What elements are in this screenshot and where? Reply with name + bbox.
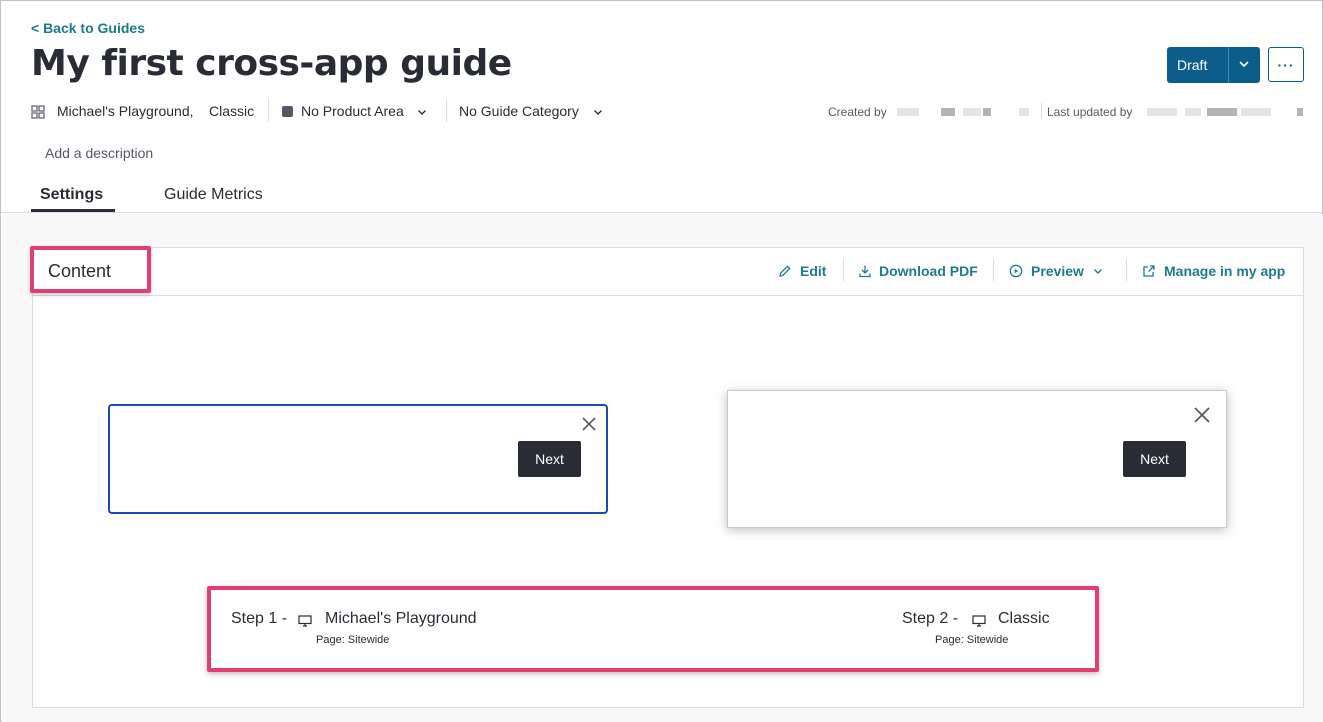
card-header-divider bbox=[33, 295, 1303, 296]
redacted-name bbox=[1297, 108, 1303, 116]
guide-category-dropdown[interactable]: No Guide Category bbox=[459, 103, 579, 119]
redacted-name bbox=[1147, 108, 1177, 116]
divider bbox=[843, 259, 844, 281]
divider bbox=[993, 259, 994, 281]
product-area-swatch bbox=[282, 106, 293, 117]
close-icon[interactable] bbox=[1193, 406, 1211, 424]
button-divider bbox=[1228, 47, 1229, 83]
redacted-name bbox=[1185, 108, 1201, 116]
status-label: Draft bbox=[1177, 57, 1208, 73]
steps-highlight-box: Step 1 - Michael's Playground Page: Site… bbox=[207, 586, 1099, 672]
edit-button[interactable]: Edit bbox=[800, 263, 826, 279]
step-2-label: Step 2 - bbox=[902, 610, 959, 627]
content-card-title: Content bbox=[48, 261, 112, 281]
preview-dropdown[interactable]: Preview bbox=[1031, 263, 1084, 279]
step-1-app-name: Michael's Playground bbox=[325, 610, 477, 627]
manage-in-app-button[interactable]: Manage in my app bbox=[1164, 263, 1285, 279]
redacted-name bbox=[983, 108, 991, 116]
divider bbox=[1041, 103, 1042, 119]
play-circle-icon bbox=[1009, 264, 1023, 278]
close-icon[interactable] bbox=[581, 416, 597, 432]
divider bbox=[268, 100, 269, 122]
divider bbox=[446, 100, 447, 122]
app-window: < Back to Guides My first cross-app guid… bbox=[0, 0, 1323, 722]
back-to-guides-link[interactable]: < Back to Guides bbox=[31, 20, 145, 36]
monitor-icon bbox=[972, 615, 986, 627]
redacted-name bbox=[897, 108, 919, 116]
redacted-name bbox=[963, 108, 981, 116]
chevron-down-icon bbox=[1094, 269, 1102, 274]
add-description-field[interactable]: Add a description bbox=[45, 145, 153, 161]
pencil-icon bbox=[779, 265, 791, 277]
chevron-down-icon bbox=[1239, 61, 1249, 68]
tab-settings[interactable]: Settings bbox=[40, 186, 103, 204]
active-tab-indicator bbox=[31, 209, 115, 212]
guide-header: < Back to Guides My first cross-app guid… bbox=[1, 1, 1322, 213]
product-area-dropdown[interactable]: No Product Area bbox=[301, 103, 404, 119]
next-button[interactable]: Next bbox=[1123, 441, 1186, 477]
status-dropdown-button[interactable]: Draft bbox=[1167, 47, 1260, 83]
app-name-primary: Michael's Playground, bbox=[57, 103, 194, 119]
apps-icon bbox=[31, 105, 45, 119]
divider bbox=[1126, 259, 1127, 281]
page-title: My first cross-app guide bbox=[31, 43, 512, 84]
step-1-label: Step 1 - bbox=[231, 610, 288, 627]
created-by-label: Created by bbox=[828, 105, 887, 119]
redacted-name bbox=[1241, 108, 1271, 116]
guide-step-preview-1[interactable]: Next bbox=[108, 404, 608, 514]
monitor-icon bbox=[298, 615, 312, 627]
chevron-down-icon bbox=[594, 110, 602, 115]
last-updated-by-label: Last updated by bbox=[1047, 105, 1133, 119]
redacted-name bbox=[941, 108, 955, 116]
tab-guide-metrics[interactable]: Guide Metrics bbox=[164, 186, 263, 204]
app-name-secondary: Classic bbox=[209, 103, 255, 119]
next-button[interactable]: Next bbox=[518, 441, 581, 477]
step-2-page: Page: Sitewide bbox=[935, 634, 1009, 646]
external-link-icon bbox=[1143, 265, 1155, 277]
step-2-app-name: Classic bbox=[998, 610, 1050, 627]
step-1-page: Page: Sitewide bbox=[316, 634, 390, 646]
chevron-down-icon bbox=[418, 110, 426, 115]
download-pdf-button[interactable]: Download PDF bbox=[879, 263, 978, 279]
redacted-name bbox=[1207, 108, 1237, 116]
guide-meta-row: Michael's Playground, Classic No Product… bbox=[31, 99, 731, 125]
redacted-name bbox=[1019, 108, 1029, 116]
more-options-button[interactable]: ··· bbox=[1268, 47, 1304, 82]
guide-step-preview-2[interactable]: Next bbox=[727, 390, 1227, 528]
download-icon bbox=[859, 265, 871, 278]
